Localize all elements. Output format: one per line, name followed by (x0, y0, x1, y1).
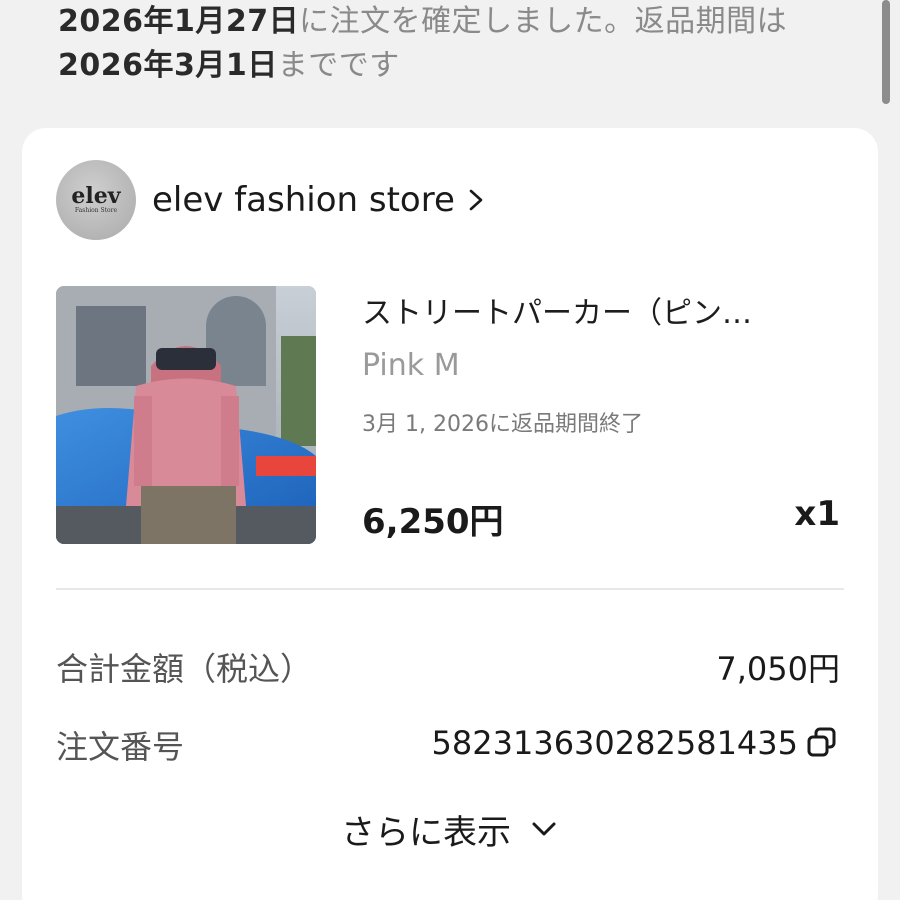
scrollbar[interactable] (882, 0, 890, 104)
product-quantity: x1 (794, 494, 840, 534)
store-name: elev fashion store (152, 180, 455, 220)
order-confirmed-text: に注文を確定しました。返品期間は (299, 4, 788, 39)
copy-icon[interactable] (804, 725, 840, 761)
product-photo (56, 286, 316, 544)
order-number-label: 注文番号 (56, 728, 185, 766)
product-variant: Pink M (362, 348, 460, 383)
order-number-value: 582313630282581435 (431, 724, 798, 762)
order-confirmed-date: 2026年1月27日 (58, 4, 300, 39)
product-image[interactable] (56, 286, 316, 544)
total-label: 合計金額（税込） (56, 650, 313, 688)
chevron-right-icon (469, 189, 483, 211)
return-deadline-text: までです (277, 48, 400, 83)
return-deadline-date: 2026年3月1日 (58, 48, 278, 83)
show-more-label: さらに表示 (341, 812, 511, 853)
total-value: 7,050円 (716, 650, 840, 688)
store-logo-text: elev (71, 183, 121, 209)
product-title[interactable]: ストリートパーカー（ピン… (362, 288, 752, 332)
store-logo: elev Fashion Store (56, 160, 136, 240)
return-period-text: 3月 1, 2026に返品期間終了 (362, 412, 643, 437)
chevron-down-icon (532, 822, 556, 836)
order-card: elev Fashion Store elev fashion store スト… (22, 128, 878, 900)
order-number-row: 582313630282581435 (432, 724, 840, 762)
store-link[interactable]: elev Fashion Store elev fashion store (56, 160, 756, 240)
store-logo-subtext: Fashion Store (74, 207, 118, 214)
show-more-button[interactable]: さらに表示 (22, 804, 878, 854)
order-notice: 2026年1月27日に注文を確定しました。返品期間は 2026年3月1日までです (58, 0, 858, 88)
divider (56, 588, 844, 590)
product-price: 6,250円 (362, 502, 504, 542)
